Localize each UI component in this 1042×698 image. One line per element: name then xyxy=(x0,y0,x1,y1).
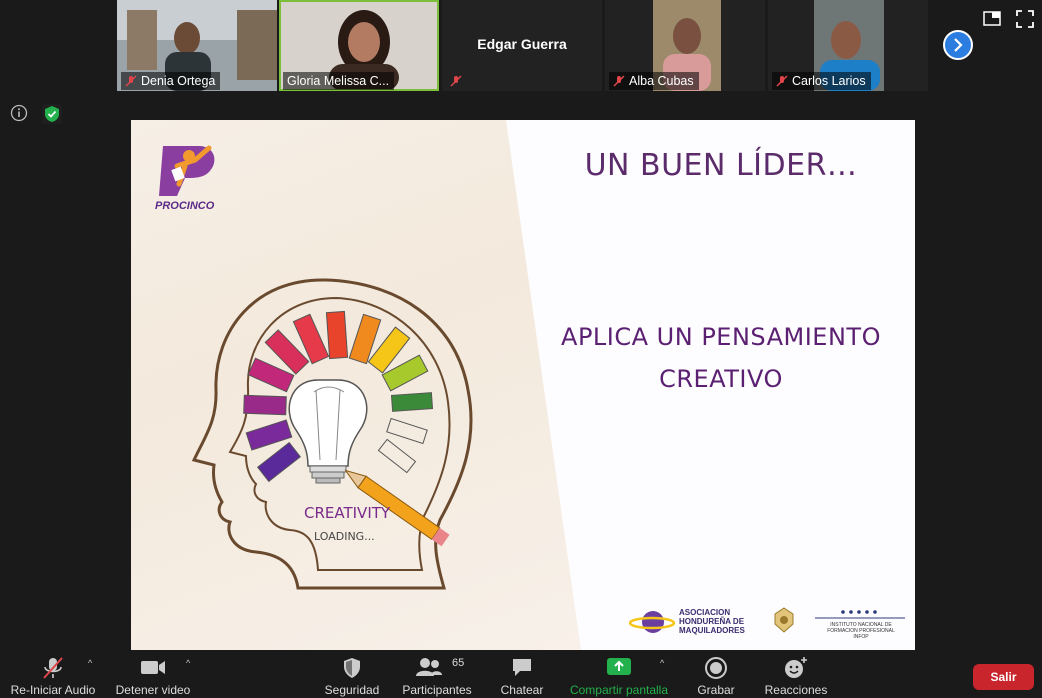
audio-button[interactable]: Re-Iniciar Audio xyxy=(6,650,100,698)
asociacion-logo-text: ASOCIACION HONDUREÑA DE MAQUILADORES xyxy=(679,608,745,635)
mic-muted-icon xyxy=(125,75,137,87)
audio-options-caret[interactable]: ^ xyxy=(88,658,92,668)
asociacion-logo-icon xyxy=(629,611,675,633)
video-options-caret[interactable]: ^ xyxy=(186,658,190,668)
participant-tile-gloria[interactable]: Gloria Melissa C... xyxy=(279,0,439,91)
leave-meeting-button[interactable]: Salir xyxy=(973,664,1034,690)
participant-display-name: Edgar Guerra xyxy=(477,36,567,52)
shared-screen-slide: PROCINCO UN BUEN LÍDER… APLICA UN PENSAM… xyxy=(131,120,915,650)
participant-name-label: Denia Ortega xyxy=(121,72,221,90)
creativity-head-illustration: CREATIVITY LOADING... xyxy=(191,278,473,590)
mic-muted-icon xyxy=(613,75,625,87)
procinco-logo-icon xyxy=(159,145,215,196)
video-camera-icon xyxy=(141,661,165,674)
slide-title: UN BUEN LÍDER… xyxy=(584,148,858,183)
participant-tile-denia[interactable]: Denia Ortega xyxy=(117,0,277,91)
participant-name-label: Gloria Melissa C... xyxy=(283,72,395,90)
illustration-text-creativity: CREATIVITY xyxy=(304,504,391,522)
participants-count: 65 xyxy=(452,657,465,669)
share-screen-icon xyxy=(607,658,631,675)
reactions-smiley-icon xyxy=(785,657,807,678)
chat-button[interactable]: Chatear xyxy=(494,650,550,698)
mic-muted-icon xyxy=(776,75,788,87)
slide-body-line: APLICA UN PENSAMIENTO xyxy=(561,323,881,351)
meeting-info-icon[interactable] xyxy=(10,104,28,122)
chevron-right-icon xyxy=(954,38,963,52)
participant-name-label xyxy=(446,72,467,90)
participants-button[interactable]: 65 Participantes xyxy=(398,650,476,698)
participants-icon xyxy=(416,658,442,676)
participant-tile-edgar[interactable]: Edgar Guerra xyxy=(442,0,602,91)
next-participants-button[interactable] xyxy=(943,30,973,60)
participant-name-label: Carlos Larios xyxy=(772,72,871,90)
share-options-caret[interactable]: ^ xyxy=(660,658,664,668)
chat-bubble-icon xyxy=(513,659,531,676)
security-shield-icon xyxy=(344,658,360,678)
illustration-text-loading: LOADING... xyxy=(314,530,375,543)
infop-logo-text: INSTITUTO NACIONAL DE FORMACION PROFESIO… xyxy=(827,622,895,640)
participant-tile-carlos[interactable]: Carlos Larios xyxy=(768,0,928,91)
video-button[interactable]: Detener video xyxy=(110,650,196,698)
encryption-shield-icon[interactable] xyxy=(42,104,62,124)
record-icon xyxy=(705,657,727,679)
record-button[interactable]: Grabar xyxy=(690,650,742,698)
security-button[interactable]: Seguridad xyxy=(318,650,386,698)
reactions-button[interactable]: Reacciones xyxy=(760,650,832,698)
participant-tile-alba[interactable]: Alba Cubas xyxy=(605,0,765,91)
participant-strip: Denia Ortega Gloria Melissa C... Edgar G… xyxy=(0,0,1042,96)
fullscreen-icon[interactable] xyxy=(1016,10,1034,28)
infop-stars-icon xyxy=(815,610,905,619)
share-screen-button[interactable]: Compartir pantalla xyxy=(566,650,672,698)
microphone-muted-icon xyxy=(43,657,63,679)
slide-body-line: CREATIVO xyxy=(659,365,783,393)
participant-name-label: Alba Cubas xyxy=(609,72,699,90)
government-seal-icon xyxy=(774,607,794,633)
view-switch-icon[interactable] xyxy=(983,10,1001,28)
slide-body-text: APLICA UN PENSAMIENTO CREATIVO xyxy=(551,316,891,400)
slide-footer-logos: ASOCIACION HONDUREÑA DE MAQUILADORES INS… xyxy=(629,606,909,646)
mic-muted-icon xyxy=(450,75,462,87)
procinco-logo-text: PROCINCO xyxy=(155,200,215,212)
meeting-toolbar: Re-Iniciar Audio ^ Detener video ^ Segur… xyxy=(0,650,1042,698)
